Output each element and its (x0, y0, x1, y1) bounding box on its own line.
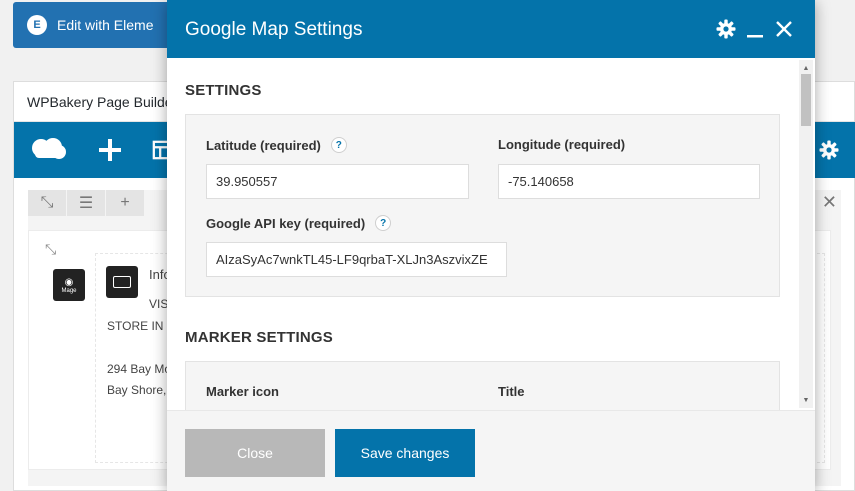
scroll-thumb[interactable] (801, 74, 811, 126)
map-icon-label: Mage (61, 287, 77, 294)
marker-icon-label: Marker icon (206, 384, 279, 399)
edit-with-elementor-label: Edit with Eleme (57, 17, 154, 33)
elementor-logo-icon: E (27, 15, 47, 35)
row-controls: ⤡ ☰ + (28, 190, 145, 216)
edit-with-elementor-button[interactable]: E Edit with Eleme (13, 2, 173, 48)
close-button[interactable]: Close (185, 429, 325, 477)
modal-body: SETTINGS Latitude (required) ? Longitude… (167, 58, 815, 410)
scroll-up-icon[interactable]: ▲ (799, 62, 813, 74)
info-text-address1: 294 Bay Mo (107, 362, 172, 376)
info-text-store: STORE IN N (107, 319, 176, 333)
longitude-label: Longitude (required) (498, 137, 626, 152)
save-changes-button[interactable]: Save changes (335, 429, 475, 477)
map-element-icon[interactable]: ◉ Mage (53, 269, 85, 301)
title-label: Title (498, 384, 525, 399)
row-expand-icon[interactable]: ⤡ (28, 190, 66, 216)
modal-scrollbar[interactable]: ▲ ▼ (799, 60, 813, 408)
api-key-label: Google API key (required) ? (206, 215, 392, 231)
settings-panel: Latitude (required) ? Longitude (require… (185, 114, 780, 297)
marker-settings-section-title: MARKER SETTINGS (185, 329, 334, 346)
plus-icon[interactable] (94, 122, 126, 178)
cloud-icon[interactable] (28, 122, 68, 178)
google-map-settings-modal: Google Map Settings SETTINGS Latitude (r… (167, 0, 815, 491)
column-expand-icon[interactable]: ⤡ (45, 241, 56, 258)
settings-gear-icon[interactable] (714, 16, 738, 42)
info-text-address2: Bay Shore, (107, 383, 167, 397)
scroll-down-icon[interactable]: ▼ (799, 394, 813, 406)
latitude-input[interactable] (206, 164, 469, 199)
settings-section-title: SETTINGS (185, 82, 262, 99)
longitude-input[interactable] (498, 164, 760, 199)
marker-settings-panel: Marker icon Title (185, 361, 780, 410)
api-key-input[interactable] (206, 242, 507, 277)
info-element-icon (106, 266, 138, 298)
modal-header: Google Map Settings (167, 0, 815, 58)
row-add-icon[interactable]: + (106, 190, 144, 216)
latitude-label: Latitude (required) ? (206, 137, 347, 153)
row-close-icon[interactable]: ✕ (822, 192, 837, 213)
modal-title: Google Map Settings (185, 19, 363, 40)
row-layout-icon[interactable]: ☰ (67, 190, 105, 216)
minimize-icon[interactable] (743, 16, 767, 42)
close-icon[interactable] (772, 16, 796, 42)
modal-footer: Close Save changes (167, 410, 815, 491)
latitude-help-icon[interactable]: ? (330, 137, 347, 153)
api-key-help-icon[interactable]: ? (375, 215, 392, 231)
toolbar-gear-icon[interactable] (816, 122, 842, 178)
